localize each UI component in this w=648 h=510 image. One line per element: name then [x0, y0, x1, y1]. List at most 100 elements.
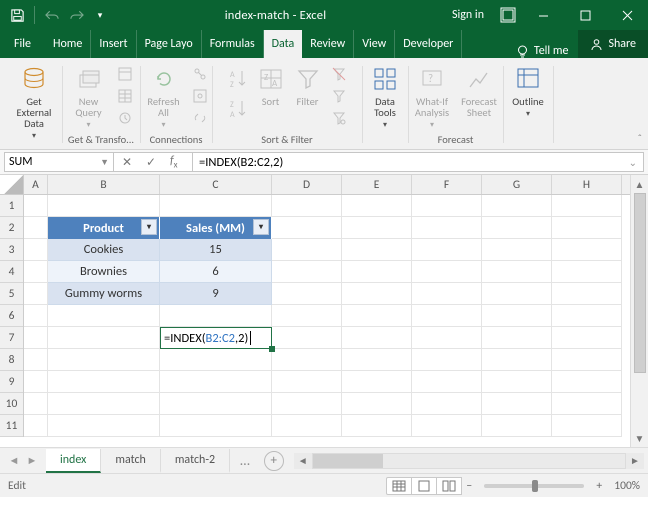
sign-in-link[interactable]: Sign in	[442, 8, 494, 22]
recent-sources-icon[interactable]	[114, 108, 136, 128]
tab-formulas[interactable]: Formulas	[202, 30, 264, 58]
row-header[interactable]: 5	[0, 283, 23, 305]
col-header[interactable]: H	[552, 175, 622, 194]
col-header[interactable]: B	[48, 175, 160, 194]
row-header[interactable]: 10	[0, 393, 23, 415]
close-button[interactable]	[606, 0, 648, 30]
sort-desc-icon[interactable]: ZA	[225, 94, 251, 124]
sheet-more-icon[interactable]: …	[230, 452, 260, 469]
advanced-filter-icon[interactable]	[328, 108, 350, 128]
show-queries-icon[interactable]	[114, 64, 136, 84]
expand-formula-icon[interactable]: ⌄	[629, 156, 637, 169]
sort-button[interactable]: ZA Sort	[254, 62, 288, 107]
table-header-cell[interactable]: Sales (MM)▾	[160, 217, 272, 239]
from-table-icon[interactable]	[114, 86, 136, 106]
forecast-sheet-button[interactable]: ForecastSheet	[457, 62, 501, 118]
share-button[interactable]: Share	[578, 30, 648, 58]
insert-function-icon[interactable]: fx	[170, 154, 184, 170]
col-header[interactable]: C	[160, 175, 272, 194]
name-box[interactable]: SUM ▼	[4, 152, 114, 172]
save-icon[interactable]	[8, 6, 26, 24]
col-header[interactable]: D	[272, 175, 342, 194]
col-header[interactable]: E	[342, 175, 412, 194]
zoom-knob[interactable]	[532, 480, 538, 492]
tab-developer[interactable]: Developer	[395, 30, 462, 58]
tab-review[interactable]: Review	[302, 30, 354, 58]
row-header[interactable]: 11	[0, 415, 23, 437]
connections-icon[interactable]	[189, 64, 211, 84]
cells[interactable]: Product▾ Sales (MM)▾ Cookies 15 Brownies…	[24, 195, 622, 437]
scroll-up-icon[interactable]: ▲	[631, 175, 648, 193]
row-header[interactable]: 9	[0, 371, 23, 393]
minimize-button[interactable]	[522, 0, 564, 30]
sort-asc-icon[interactable]: AZ	[225, 64, 251, 94]
row-header[interactable]: 8	[0, 349, 23, 371]
tell-me[interactable]: Tell me	[506, 44, 579, 58]
row-header[interactable]: 4	[0, 261, 23, 283]
sheet-next-icon[interactable]: ►	[24, 454, 40, 467]
clear-filter-icon[interactable]	[328, 64, 350, 84]
what-if-button[interactable]: ? What-IfAnalysis ▾	[410, 62, 454, 130]
filter-dropdown-icon[interactable]: ▾	[141, 219, 157, 235]
zoom-in-button[interactable]: +	[592, 479, 606, 493]
vertical-scrollbar[interactable]: ▲ ▼	[630, 175, 648, 447]
cancel-formula-icon[interactable]: ✕	[122, 155, 136, 170]
tab-insert[interactable]: Insert	[91, 30, 136, 58]
table-cell[interactable]: 6	[160, 261, 272, 283]
tab-data[interactable]: Data	[264, 30, 303, 58]
scroll-thumb[interactable]	[634, 193, 646, 373]
table-cell[interactable]: Gummy worms	[48, 283, 160, 305]
enter-formula-icon[interactable]: ✓	[146, 155, 160, 170]
table-cell[interactable]: 9	[160, 283, 272, 305]
page-layout-view-button[interactable]	[411, 477, 437, 495]
row-header[interactable]: 1	[0, 195, 23, 217]
sheet-tab[interactable]: index	[46, 449, 101, 473]
horizontal-scrollbar[interactable]: ◄ ►	[294, 453, 644, 469]
scroll-thumb[interactable]	[313, 454, 383, 468]
account-icon[interactable]	[494, 0, 522, 30]
row-header[interactable]: 2	[0, 217, 23, 239]
row-header[interactable]: 3	[0, 239, 23, 261]
filter-dropdown-icon[interactable]: ▾	[253, 219, 269, 235]
undo-icon[interactable]	[43, 6, 61, 24]
name-box-dropdown-icon[interactable]: ▼	[100, 157, 109, 168]
scroll-left-icon[interactable]: ◄	[294, 453, 312, 469]
edit-links-icon[interactable]	[189, 108, 211, 128]
row-header[interactable]: 7	[0, 327, 23, 349]
properties-icon[interactable]	[189, 86, 211, 106]
outline-button[interactable]: Outline ▾	[506, 62, 550, 119]
col-header[interactable]: A	[24, 175, 48, 194]
tab-view[interactable]: View	[354, 30, 395, 58]
table-header-cell[interactable]: Product▾	[48, 217, 160, 239]
formula-bar[interactable]: =INDEX(B2:C2,2) ⌄	[193, 152, 644, 172]
tab-page-layout[interactable]: Page Layo	[137, 30, 202, 58]
new-query-button[interactable]: NewQuery ▾	[67, 62, 111, 130]
fill-handle[interactable]	[269, 346, 275, 352]
zoom-slider[interactable]	[484, 484, 584, 488]
zoom-level[interactable]: 100%	[614, 479, 640, 493]
qat-customize-icon[interactable]: ▾	[91, 6, 109, 24]
add-sheet-button[interactable]: +	[264, 451, 284, 471]
tab-home[interactable]: Home	[45, 30, 91, 58]
sheet-tab[interactable]: match-2	[161, 449, 230, 473]
select-all-button[interactable]	[0, 175, 24, 195]
filter-button[interactable]: Filter	[291, 62, 325, 107]
scroll-down-icon[interactable]: ▼	[631, 429, 648, 447]
active-cell[interactable]: =INDEX(B2:C2,2)	[160, 327, 272, 349]
zoom-out-button[interactable]: −	[462, 479, 476, 493]
reapply-icon[interactable]	[328, 86, 350, 106]
sheet-prev-icon[interactable]: ◄	[6, 454, 22, 467]
col-header[interactable]: F	[412, 175, 482, 194]
scroll-right-icon[interactable]: ►	[626, 453, 644, 469]
sheet-tab[interactable]: match	[101, 449, 160, 473]
col-header[interactable]: G	[482, 175, 552, 194]
collapse-ribbon-icon[interactable]: ˆ	[638, 132, 642, 145]
tab-file[interactable]: File	[0, 30, 45, 58]
table-cell[interactable]: Cookies	[48, 239, 160, 261]
normal-view-button[interactable]	[386, 477, 412, 495]
page-break-view-button[interactable]	[436, 477, 462, 495]
row-header[interactable]: 6	[0, 305, 23, 327]
maximize-button[interactable]	[564, 0, 606, 30]
data-tools-button[interactable]: DataTools ▾	[363, 62, 407, 130]
refresh-all-button[interactable]: RefreshAll ▾	[142, 62, 186, 130]
